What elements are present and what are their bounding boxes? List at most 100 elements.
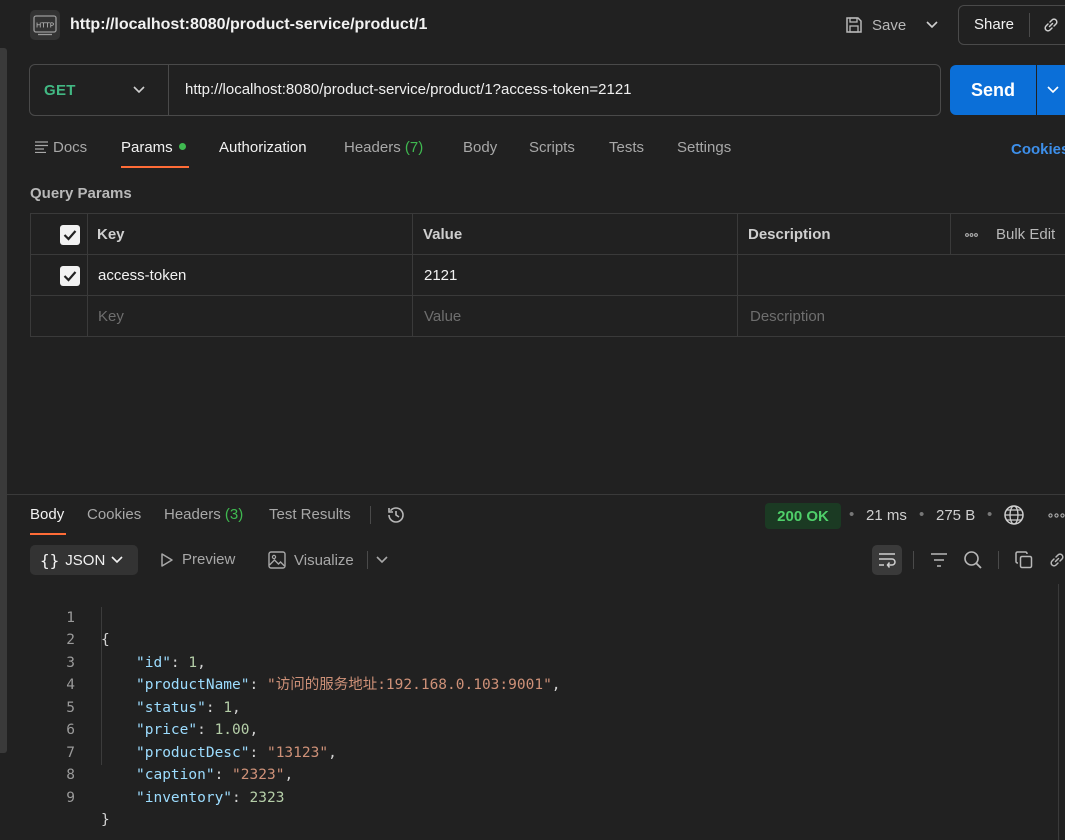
- separator-dot: •: [849, 506, 855, 523]
- send-options-chevron-down-icon[interactable]: [1037, 65, 1065, 115]
- table-header-row: Key Value Description Bulk Edit: [31, 214, 1065, 255]
- response-headers-label: Headers: [164, 506, 221, 523]
- tab-docs[interactable]: Docs: [35, 139, 87, 156]
- preview-label: Preview: [182, 551, 236, 568]
- param-checkbox[interactable]: [60, 255, 80, 296]
- code-line: 7 "caption": "2323",: [0, 719, 1060, 784]
- link-icon[interactable]: [1046, 549, 1065, 571]
- http-request-icon: HTTP: [30, 10, 60, 40]
- tab-tests[interactable]: Tests: [609, 139, 644, 156]
- tab-params-label: Params: [121, 139, 173, 156]
- tab-params[interactable]: Params: [121, 139, 186, 156]
- bulk-edit-label: Bulk Edit: [996, 226, 1056, 243]
- cookies-link[interactable]: Cookies: [1011, 141, 1065, 158]
- check-icon: [63, 270, 77, 282]
- response-time[interactable]: 21 ms: [866, 507, 907, 524]
- docs-icon: [35, 141, 48, 154]
- separator-dot: •: [919, 506, 925, 523]
- tab-headers[interactable]: Headers (7): [344, 139, 423, 156]
- visualize-chevron-down-icon[interactable]: [376, 556, 388, 564]
- response-tab-body[interactable]: Body: [30, 506, 64, 523]
- response-active-tab-indicator: [30, 533, 66, 535]
- request-title[interactable]: http://localhost:8080/product-service/pr…: [70, 16, 427, 34]
- save-icon: [844, 15, 864, 35]
- share-group: Share: [958, 5, 1065, 45]
- play-icon: [160, 552, 174, 568]
- params-active-dot: [178, 142, 186, 150]
- preview-button[interactable]: Preview: [160, 551, 235, 568]
- code-line: 1 {: [0, 584, 1060, 649]
- tab-headers-label: Headers: [344, 139, 401, 156]
- divider: [998, 551, 999, 569]
- response-tab-headers[interactable]: Headers (3): [164, 506, 243, 523]
- method-chevron-down-icon[interactable]: [133, 81, 145, 97]
- code-line: 2 "id": 1,: [0, 607, 1060, 671]
- url-input[interactable]: http://localhost:8080/product-service/pr…: [185, 81, 632, 98]
- json-key: "inventory": [136, 789, 233, 806]
- filter-icon[interactable]: [928, 549, 950, 571]
- pane-divider[interactable]: [0, 494, 1065, 495]
- divider: [367, 551, 368, 569]
- tab-settings[interactable]: Settings: [677, 139, 731, 156]
- format-label: JSON: [65, 551, 106, 569]
- http-icon-text: HTTP: [36, 22, 54, 30]
- link-icon[interactable]: [1030, 15, 1061, 35]
- separator-dot: •: [987, 506, 993, 523]
- code-line: 6 "productDesc": "13123",: [0, 697, 1060, 761]
- format-chevron-down-icon: [111, 556, 123, 564]
- url-bar: GET http://localhost:8080/product-servic…: [29, 64, 941, 116]
- column-header-value: Value: [423, 226, 463, 243]
- method-select[interactable]: GET: [44, 82, 76, 99]
- code-line: 3 "productName": "访问的服务地址:192.168.0.103:…: [0, 629, 1060, 694]
- table-row-empty: Key Value Description: [31, 296, 1065, 337]
- image-icon: [268, 551, 286, 569]
- more-options-icon: [965, 232, 978, 237]
- line-number: 9: [66, 789, 75, 806]
- share-button[interactable]: Share: [959, 13, 1031, 37]
- tab-body[interactable]: Body: [463, 139, 497, 156]
- json-value: 2323: [249, 789, 285, 806]
- divider: [913, 551, 914, 569]
- more-options-icon[interactable]: [1048, 513, 1065, 518]
- copy-icon[interactable]: [1013, 549, 1035, 571]
- new-description-input[interactable]: Description: [750, 296, 825, 337]
- status-badge[interactable]: 200 OK: [765, 503, 841, 529]
- globe-icon[interactable]: [1003, 504, 1025, 526]
- bulk-edit-button[interactable]: Bulk Edit: [965, 214, 1055, 255]
- new-key-input[interactable]: Key: [98, 296, 124, 337]
- code-line: 9 }: [0, 764, 1060, 829]
- tab-authorization[interactable]: Authorization: [219, 139, 307, 156]
- tab-docs-label: Docs: [53, 139, 88, 156]
- response-body-editor[interactable]: 1 { 2 "id": 1, 3 "productName": "访问的服务地址…: [0, 584, 1060, 829]
- format-select[interactable]: {} JSON: [30, 545, 138, 575]
- param-key[interactable]: access-token: [98, 255, 186, 296]
- active-tab-indicator: [121, 166, 189, 168]
- param-value[interactable]: 2121: [424, 255, 457, 296]
- url-divider: [168, 65, 169, 115]
- braces-icon: {}: [40, 550, 60, 570]
- search-icon[interactable]: [962, 549, 984, 571]
- code-line: 4 "status": 1,: [0, 652, 1060, 716]
- visualize-label: Visualize: [294, 551, 354, 569]
- query-params-title: Query Params: [30, 185, 132, 202]
- response-tab-cookies[interactable]: Cookies: [87, 506, 141, 523]
- params-table: Key Value Description Bulk Edit access-t…: [30, 213, 1065, 337]
- response-size[interactable]: 275 B: [936, 507, 975, 524]
- word-wrap-icon[interactable]: [872, 545, 902, 575]
- table-row: access-token 2121: [31, 255, 1065, 296]
- response-tab-test-results[interactable]: Test Results: [269, 506, 351, 523]
- save-label: Save: [872, 16, 907, 34]
- headers-count: (7): [404, 139, 424, 156]
- new-value-input[interactable]: Value: [424, 296, 461, 337]
- save-options-chevron-down-icon[interactable]: [920, 12, 944, 38]
- history-icon[interactable]: [385, 504, 407, 526]
- close-brace: }: [101, 812, 110, 828]
- select-all-checkbox[interactable]: [60, 214, 80, 255]
- visualize-button[interactable]: Visualize: [268, 551, 354, 569]
- tab-scripts[interactable]: Scripts: [529, 139, 575, 156]
- save-button[interactable]: Save: [844, 12, 906, 38]
- send-button[interactable]: Send: [950, 65, 1036, 115]
- column-header-key: Key: [97, 226, 125, 243]
- response-headers-count: (3): [224, 506, 244, 523]
- divider: [370, 506, 371, 524]
